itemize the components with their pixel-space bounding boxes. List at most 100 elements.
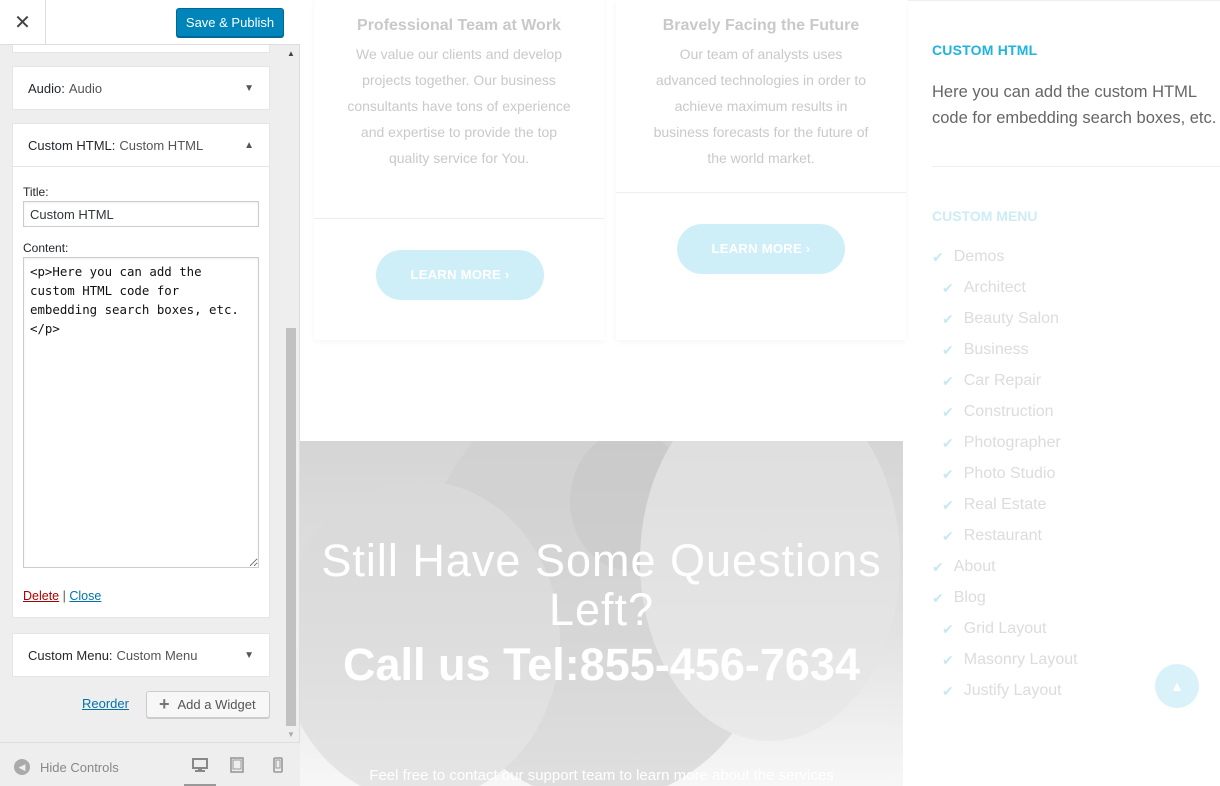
menu-item[interactable]: ✔ Masonry Layout — [942, 651, 1078, 669]
check-icon: ✔ — [942, 682, 954, 699]
scrollbar-thumb[interactable] — [286, 328, 296, 726]
check-icon: ✔ — [942, 496, 954, 513]
check-icon: ✔ — [932, 248, 944, 265]
menu-item-label: Car Repair — [963, 372, 1042, 389]
card-divider — [314, 218, 604, 219]
custom-html-widget-title: CUSTOM HTML — [932, 42, 1038, 58]
custom-html-widget-text: Here you can add the custom HTML code fo… — [932, 83, 1217, 127]
menu-item[interactable]: ✔ Business — [942, 341, 1029, 359]
menu-item-label: Blog — [953, 589, 986, 606]
widget-type-label: Custom HTML: — [28, 137, 116, 153]
menu-item-label: Photo Studio — [963, 465, 1056, 482]
check-icon: ✔ — [942, 620, 954, 637]
menu-item-label: Grid Layout — [963, 620, 1047, 637]
hide-controls-label: Hide Controls — [40, 759, 119, 775]
panel-footer: ◀ Hide Controls — [0, 742, 300, 786]
menu-item[interactable]: ✔ Grid Layout — [942, 620, 1046, 638]
widget-custom-menu-header[interactable]: Custom Menu: Custom Menu ▼ — [13, 634, 269, 676]
panel-scrollbar[interactable]: ▲ ▼ — [285, 45, 297, 742]
card-divider — [616, 192, 906, 193]
widget-custom-html: Custom HTML: Custom HTML ▲ Title: Conten… — [12, 123, 270, 618]
add-widget-label: Add a Widget — [177, 697, 256, 712]
desktop-icon — [192, 758, 208, 772]
cta-phone[interactable]: Call us Tel:855-456-7634 — [330, 640, 873, 690]
hide-controls-button[interactable]: ◀ Hide Controls — [14, 759, 119, 775]
learn-more-button[interactable]: LEARN MORE › — [677, 224, 845, 274]
menu-item[interactable]: ✔ Real Estate — [942, 496, 1046, 514]
widget-custom-html-header[interactable]: Custom HTML: Custom HTML ▲ — [13, 124, 269, 166]
delete-widget-link[interactable]: Delete — [23, 589, 59, 603]
tablet-preview-button[interactable] — [226, 755, 248, 775]
cta-section: Still Have Some Questions Left? Call us … — [300, 441, 903, 786]
check-icon: ✔ — [942, 403, 954, 420]
customizer-panel: ✕ Save & Publish Audio: Audio ▼ Custom H… — [0, 0, 300, 786]
widget-previous-partial — [12, 45, 270, 53]
menu-item[interactable]: ✔ Photographer — [942, 434, 1061, 452]
mobile-preview-button[interactable] — [267, 755, 289, 775]
add-widget-button[interactable]: + Add a Widget — [146, 691, 270, 718]
tablet-icon — [230, 757, 244, 773]
card-title: Professional Team at Work — [357, 17, 561, 34]
menu-item[interactable]: ✔ Photo Studio — [942, 465, 1055, 483]
close-widget-link[interactable]: Close — [69, 589, 101, 603]
menu-item[interactable]: ✔ Construction — [942, 403, 1054, 421]
check-icon: ✔ — [942, 651, 954, 668]
service-card: Bravely Facing the Future Our team of an… — [616, 0, 906, 340]
check-icon: ✔ — [942, 465, 954, 482]
widget-audio: Audio: Audio ▼ — [12, 66, 270, 110]
arrow-up-icon[interactable]: ▲ — [244, 140, 254, 151]
content-field-label: Content: — [23, 241, 69, 255]
check-icon: ✔ — [942, 341, 954, 358]
widget-type-label: Audio: — [28, 80, 65, 96]
arrow-down-icon[interactable]: ▼ — [244, 650, 254, 661]
menu-item-label: Justify Layout — [963, 682, 1062, 699]
sidebar-top-divider — [908, 0, 1220, 1]
content-textarea[interactable]: <p>Here you can add the custom HTML code… — [23, 257, 259, 568]
menu-item[interactable]: ✔ Restaurant — [942, 527, 1042, 545]
desktop-preview-button[interactable] — [184, 755, 216, 786]
widget-title-label: Custom Menu — [116, 647, 198, 663]
chevron-up-icon: ▲ — [1170, 678, 1184, 694]
close-customizer-button[interactable]: ✕ — [0, 0, 46, 45]
card-text: Our team of analysts uses advanced techn… — [653, 46, 869, 166]
title-field[interactable] — [23, 201, 259, 227]
widgets-list: Audio: Audio ▼ Custom HTML: Custom HTML … — [0, 45, 300, 742]
widget-title-label: Custom HTML — [119, 137, 204, 153]
check-icon: ✔ — [932, 589, 944, 606]
menu-item-label: Demos — [953, 248, 1005, 265]
menu-item[interactable]: ✔ About — [932, 558, 996, 576]
menu-item-label: Masonry Layout — [963, 651, 1078, 668]
menu-item[interactable]: ✔ Justify Layout — [942, 682, 1062, 700]
menu-item-label: Real Estate — [963, 496, 1047, 513]
widget-custom-menu: Custom Menu: Custom Menu ▼ — [12, 633, 270, 677]
menu-item-label: Restaurant — [963, 527, 1042, 544]
menu-item-label: Beauty Salon — [963, 310, 1059, 327]
collapse-left-icon: ◀ — [14, 759, 30, 775]
menu-item[interactable]: ✔ Beauty Salon — [942, 310, 1059, 328]
scroll-up-arrow-icon[interactable]: ▲ — [287, 49, 295, 58]
link-separator: | — [62, 589, 66, 603]
menu-item[interactable]: ✔ Blog — [932, 589, 986, 607]
back-to-top-button[interactable]: ▲ — [1155, 664, 1199, 708]
widget-audio-header[interactable]: Audio: Audio ▼ — [13, 67, 269, 109]
widget-controls: Delete | Close — [23, 589, 259, 603]
check-icon: ✔ — [942, 310, 954, 327]
menu-item-label: About — [953, 558, 996, 575]
widget-title-label: Audio — [68, 80, 103, 96]
card-title: Bravely Facing the Future — [662, 17, 860, 34]
check-icon: ✔ — [942, 372, 954, 389]
arrow-down-icon[interactable]: ▼ — [244, 83, 254, 94]
save-publish-button[interactable]: Save & Publish — [176, 8, 284, 37]
scroll-down-arrow-icon[interactable]: ▼ — [287, 730, 295, 739]
menu-item[interactable]: ✔ Car Repair — [942, 372, 1041, 390]
panel-header: ✕ Save & Publish — [0, 0, 300, 45]
menu-item[interactable]: ✔ Demos — [932, 248, 1004, 266]
card-text: We value our clients and develop project… — [347, 46, 571, 166]
menu-item-label: Business — [963, 341, 1029, 358]
menu-item[interactable]: ✔ Architect — [942, 279, 1026, 297]
learn-more-button[interactable]: LEARN MORE › — [376, 250, 544, 300]
reorder-link[interactable]: Reorder — [82, 696, 129, 711]
check-icon: ✔ — [932, 558, 944, 575]
mobile-icon — [273, 757, 283, 773]
sidebar-divider — [932, 166, 1220, 167]
